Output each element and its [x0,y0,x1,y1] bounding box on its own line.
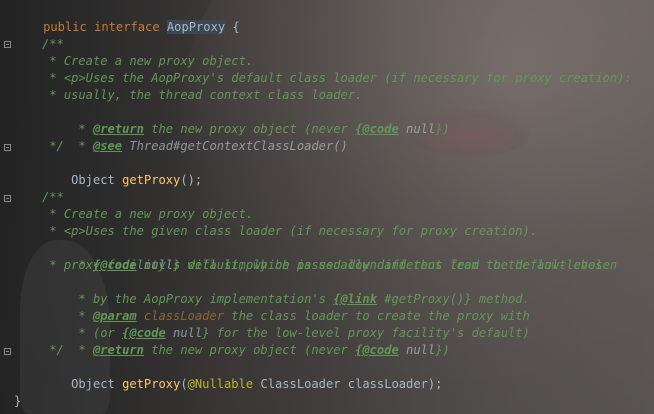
return-type: Object [71,377,123,391]
fold-marker-icon[interactable] [4,144,11,151]
doc-line: * Create a new proxy object. [42,54,254,68]
annotation-nullable: @Nullable [187,377,254,391]
doc-see-ref: Thread [122,139,174,153]
doc-tag-return: @return [92,343,144,357]
open-brace: { [225,20,240,34]
doc-line: * <p>Uses the given class loader (if nec… [42,224,538,238]
code-line-getproxy-classloader[interactable]: Object getProxy(@Nullable ClassLoader cl… [42,359,442,391]
doc-line-link: * by the AopProxy implementation's {@lin… [42,274,529,306]
doc-tag-code: {@code [355,343,399,357]
keyword-interface: interface [94,20,167,34]
return-type: Object [71,173,123,187]
code-line-getproxy[interactable]: Object getProxy(); [42,155,202,187]
doc-prefix: * [71,343,93,357]
method-params: ClassLoader classLoader); [253,377,443,391]
doc-tag-see: @see [92,139,123,153]
code-editor[interactable]: public interface AopProxy { /** * Create… [0,0,654,414]
doc-code-value: null [398,122,436,136]
doc-comment-close: */ [42,343,64,357]
doc-line-param: * @param classLoader the class loader to… [42,291,529,323]
doc-text-end: }) [435,343,450,357]
fold-marker-icon[interactable] [4,41,11,48]
paren-open: ( [180,377,188,391]
doc-code-value: null [398,343,436,357]
code-line-interface-declaration[interactable]: public interface AopProxy { [14,2,240,34]
doc-line: * proxy facility's default, which is usu… [42,258,618,272]
doc-line-return: * @return the new proxy object (never {@… [42,104,449,136]
doc-line-see: * @see Thread#getContextClassLoader() [42,121,347,153]
doc-text: the new proxy object (never [143,343,356,357]
interface-name: AopProxy [166,20,226,34]
keyword-public: public [43,20,95,34]
close-brace: } [14,394,22,408]
doc-line-return: * @return the new proxy object (never {@… [42,325,449,357]
method-name: getProxy [122,173,181,187]
doc-line-or-null: * (or {@code null} for the low-level pro… [42,308,529,340]
doc-comment-open: /** [42,190,64,204]
doc-line: * <p>Uses the AopProxy's default class l… [42,71,632,85]
doc-see-method: #getContextClassLoader() [173,139,348,153]
fold-marker-icon[interactable] [4,348,11,355]
doc-line: * usually, the thread context class load… [42,88,363,102]
fold-marker-icon[interactable] [4,195,11,202]
doc-line-null: * {@code null} will simply be passed dow… [42,240,602,272]
doc-tag-code: {@code [355,122,399,136]
method-params: (); [180,173,203,187]
doc-prefix: * [71,139,93,153]
method-name: getProxy [122,377,181,391]
doc-text-end: }) [435,122,450,136]
doc-line: * Create a new proxy object. [42,207,254,221]
doc-comment-open: /** [42,37,64,51]
doc-comment-close: */ [42,139,64,153]
